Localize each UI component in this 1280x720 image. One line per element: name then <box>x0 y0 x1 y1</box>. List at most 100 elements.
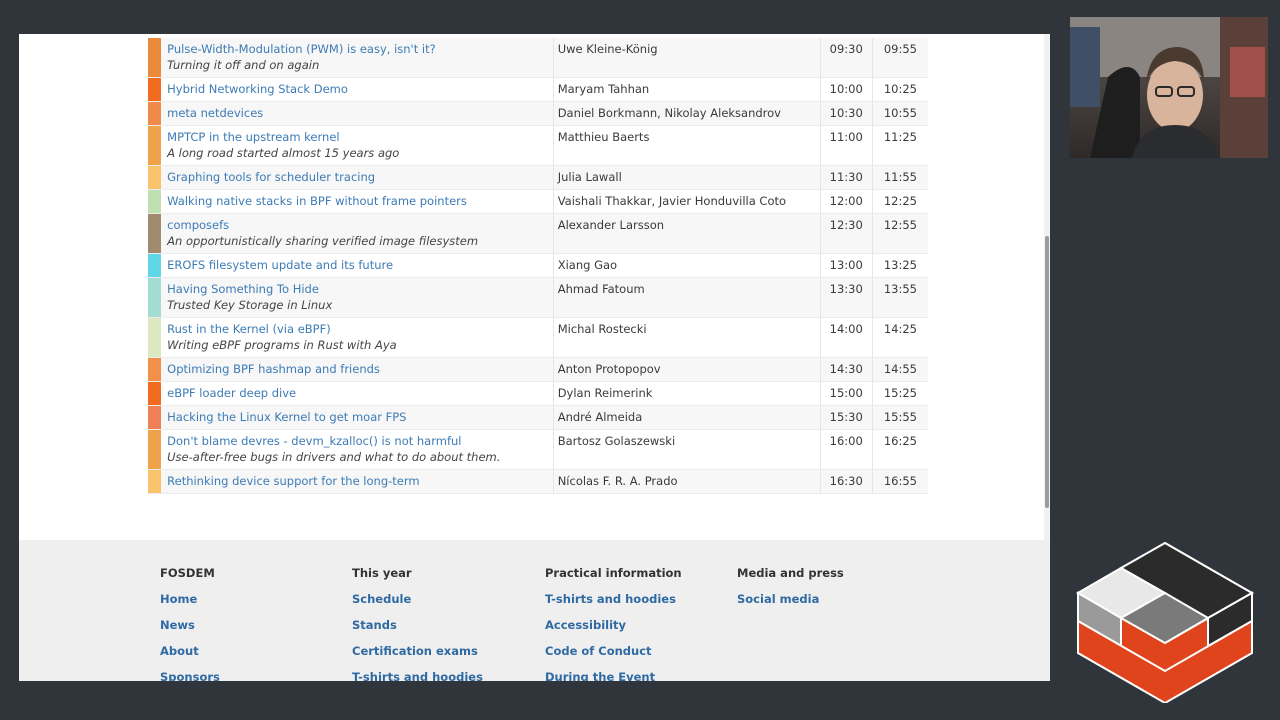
speaker-names: Ahmad Fatoum <box>557 282 645 296</box>
footer-link-stands[interactable]: Stands <box>352 618 532 632</box>
speaker-names-cell: André Almeida <box>553 405 821 430</box>
start-time-cell: 11:00 <box>820 125 873 166</box>
footer-link-accessibility[interactable]: Accessibility <box>545 618 725 632</box>
start-time-cell: 12:00 <box>820 189 873 214</box>
speaker-names-cell: Vaishali Thakkar, Javier Honduvilla Coto <box>553 189 821 214</box>
footer-link-during-event[interactable]: During the Event <box>545 670 725 681</box>
footer-link-tshirts-hoodies[interactable]: T-shirts and hoodies <box>545 592 725 606</box>
start-time-cell: 10:30 <box>820 101 873 126</box>
start-time: 15:00 <box>829 386 863 400</box>
talk-title-link[interactable]: Hybrid Networking Stack Demo <box>167 81 547 97</box>
speaker-names-cell: Daniel Borkmann, Nikolay Aleksandrov <box>553 101 821 126</box>
track-color-bar <box>148 213 162 254</box>
talk-title-link[interactable]: Optimizing BPF hashmap and friends <box>167 361 547 377</box>
start-time-cell: 16:00 <box>820 429 873 470</box>
track-color-bar <box>148 189 162 214</box>
schedule-row: Having Something To Hide Trusted Key Stor… <box>148 277 928 318</box>
end-time: 15:55 <box>883 410 918 424</box>
talk-title-cell: Optimizing BPF hashmap and friends <box>161 357 554 382</box>
talk-title-cell: EROFS filesystem update and its future <box>161 253 554 278</box>
speaker-names: Maryam Tahhan <box>557 82 650 96</box>
footer-heading: Media and press <box>737 566 844 580</box>
start-time-cell: 14:00 <box>820 317 873 358</box>
schedule-row: Hacking the Linux Kernel to get moar FPS… <box>148 405 928 430</box>
start-time-cell: 15:30 <box>820 405 873 430</box>
track-color-bar <box>148 469 162 494</box>
talk-title-link[interactable]: Graphing tools for scheduler tracing <box>167 169 547 185</box>
talk-subtitle: Trusted Key Storage in Linux <box>167 298 333 312</box>
footer-link-code-of-conduct[interactable]: Code of Conduct <box>545 644 725 658</box>
talk-title-link[interactable]: Pulse-Width-Modulation (PWM) is easy, is… <box>167 41 547 57</box>
schedule-row: EROFS filesystem update and its future Xi… <box>148 253 928 278</box>
track-color-bar <box>148 38 162 78</box>
footer-column-fosdem: FOSDEM Home News About Sponsors <box>160 566 340 681</box>
schedule-row: Don't blame devres - devm_kzalloc() is n… <box>148 429 928 470</box>
start-time: 16:30 <box>829 474 863 488</box>
speaker-names-cell: Ahmad Fatoum <box>553 277 821 318</box>
track-color-bar <box>148 405 162 430</box>
footer-link-social-media[interactable]: Social media <box>737 592 917 606</box>
footer-link-home[interactable]: Home <box>160 592 340 606</box>
start-time: 10:30 <box>829 106 863 120</box>
start-time: 09:30 <box>829 42 863 56</box>
schedule-row: Pulse-Width-Modulation (PWM) is easy, is… <box>148 38 928 78</box>
track-color-bar <box>148 317 162 358</box>
end-time: 14:55 <box>883 362 918 376</box>
end-time-cell: 12:25 <box>872 190 928 214</box>
talk-title-cell: Hacking the Linux Kernel to get moar FPS <box>161 405 554 430</box>
speaker-names-cell: Uwe Kleine-König <box>553 38 821 78</box>
talk-title-link[interactable]: Don't blame devres - devm_kzalloc() is n… <box>167 433 547 449</box>
talk-subtitle: Writing eBPF programs in Rust with Aya <box>167 338 397 352</box>
start-time-cell: 15:00 <box>820 381 873 406</box>
end-time: 10:55 <box>883 106 918 120</box>
track-color-bar <box>148 357 162 382</box>
talk-title-link[interactable]: MPTCP in the upstream kernel <box>167 129 547 145</box>
talk-title-cell: Having Something To Hide Trusted Key Stor… <box>161 277 554 318</box>
talk-title-cell: Graphing tools for scheduler tracing <box>161 165 554 190</box>
track-color-bar <box>148 165 162 190</box>
speaker-names-cell: Alexander Larsson <box>553 213 821 254</box>
talk-title-link[interactable]: Having Something To Hide <box>167 281 547 297</box>
speaker-names: Michal Rostecki <box>557 322 647 336</box>
talk-title-link[interactable]: Rethinking device support for the long-t… <box>167 473 547 489</box>
end-time: 16:25 <box>883 434 918 448</box>
talk-title-link[interactable]: EROFS filesystem update and its future <box>167 257 547 273</box>
talk-title-link[interactable]: eBPF loader deep dive <box>167 385 547 401</box>
talk-title-link[interactable]: Rust in the Kernel (via eBPF) <box>167 321 547 337</box>
talk-title-link[interactable]: composefs <box>167 217 547 233</box>
start-time-cell: 10:00 <box>820 77 873 102</box>
footer-column-media: Media and press Social media <box>737 566 917 618</box>
footer-heading: FOSDEM <box>160 566 215 580</box>
footer-column-practical: Practical information T-shirts and hoodi… <box>545 566 725 681</box>
schedule-row: Rethinking device support for the long-t… <box>148 469 928 494</box>
schedule-row: Walking native stacks in BPF without fra… <box>148 189 928 214</box>
speaker-names-cell: Maryam Tahhan <box>553 77 821 102</box>
start-time: 11:30 <box>829 170 863 184</box>
footer-link-sponsors[interactable]: Sponsors <box>160 670 340 681</box>
footer-link-schedule[interactable]: Schedule <box>352 592 532 606</box>
speaker-names: Uwe Kleine-König <box>557 42 658 56</box>
start-time: 14:00 <box>829 322 863 336</box>
speaker-names: Vaishali Thakkar, Javier Honduvilla Coto <box>557 194 787 208</box>
talk-title-link[interactable]: Hacking the Linux Kernel to get moar FPS <box>167 409 547 425</box>
talk-title-cell: Rethinking device support for the long-t… <box>161 469 554 494</box>
footer-link-certification-exams[interactable]: Certification exams <box>352 644 532 658</box>
talk-title-cell: composefs An opportunistically sharing ve… <box>161 213 554 254</box>
talk-title-cell: Hybrid Networking Stack Demo <box>161 77 554 102</box>
talk-title-link[interactable]: Walking native stacks in BPF without fra… <box>167 193 547 209</box>
track-color-bar <box>148 253 162 278</box>
talk-title-link[interactable]: meta netdevices <box>167 105 547 121</box>
start-time: 12:30 <box>829 218 863 232</box>
footer-link-news[interactable]: News <box>160 618 340 632</box>
speaker-names: Julia Lawall <box>557 170 622 184</box>
footer-link-tshirts[interactable]: T-shirts and hoodies <box>352 670 532 681</box>
speaker-names: Dylan Reimerink <box>557 386 653 400</box>
scrollbar-thumb[interactable] <box>1045 236 1049 508</box>
speaker-names: Alexander Larsson <box>557 218 665 232</box>
footer-link-about[interactable]: About <box>160 644 340 658</box>
start-time: 13:00 <box>829 258 863 272</box>
start-time-cell: 16:30 <box>820 469 873 494</box>
speaker-names: Nícolas F. R. A. Prado <box>557 474 678 488</box>
end-time-cell: 12:55 <box>872 213 928 254</box>
start-time: 13:30 <box>829 282 863 296</box>
